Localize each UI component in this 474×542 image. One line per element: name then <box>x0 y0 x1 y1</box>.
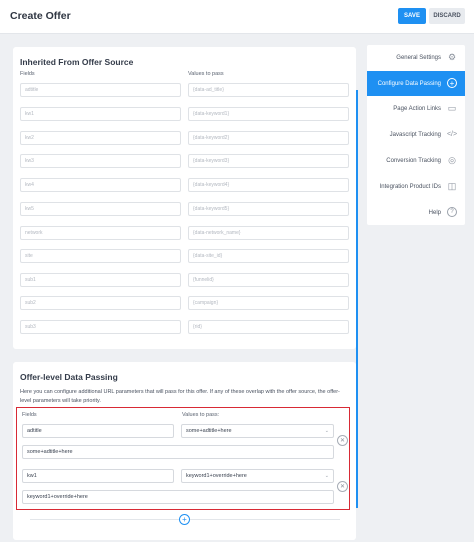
nav-item-label: Page Action Links <box>393 105 441 112</box>
nav-item-page-action-links[interactable]: Page Action Links ▭ <box>367 96 465 121</box>
plus-circle-icon: + <box>447 78 457 88</box>
inherited-field-input[interactable]: sub1 <box>20 273 181 287</box>
fields-label: Fields <box>20 71 35 77</box>
fields-label: Fields <box>22 412 37 418</box>
inherited-field-input[interactable]: network <box>20 226 181 240</box>
page-title: Create Offer <box>10 10 71 22</box>
nav-item-configure-data-passing[interactable]: Configure Data Passing + <box>367 71 465 96</box>
inherited-value-input[interactable]: {data-keyword5} <box>188 202 349 216</box>
inherited-field-input[interactable]: kw3 <box>20 154 181 168</box>
offer-level-title: Offer-level Data Passing <box>20 372 118 382</box>
nav-item-help[interactable]: Help ? <box>367 200 465 225</box>
inherited-value-input[interactable]: {data-network_name} <box>188 226 349 240</box>
inherited-field-input[interactable]: sub2 <box>20 296 181 310</box>
code-icon: </> <box>446 130 458 138</box>
close-icon[interactable]: ✕ <box>337 435 348 446</box>
param-value-select[interactable]: keyword1+override+here ⌄ <box>181 469 334 483</box>
inherited-value-input[interactable]: {data-keyword3} <box>188 154 349 168</box>
inherited-value-input[interactable]: {data-ad_title} <box>188 83 349 97</box>
cube-icon: ◫ <box>447 180 457 191</box>
param-value-select[interactable]: some+adtitle+here ⌄ <box>181 424 334 438</box>
inherited-value-input[interactable]: {data-keyword2} <box>188 131 349 145</box>
close-icon[interactable]: ✕ <box>337 481 348 492</box>
param-value-select-text: keyword1+override+here <box>186 473 247 479</box>
inherited-value-input[interactable]: {campaign} <box>188 296 349 310</box>
inherited-value-input[interactable]: {data-keyword1} <box>188 107 349 121</box>
inherited-value-input[interactable]: {funnelid} <box>188 273 349 287</box>
top-bar: Create Offer SAVE DISCARD <box>0 0 474 34</box>
nav-item-label: Integration Product IDs <box>379 183 441 190</box>
param-custom-value-input[interactable]: some+adtitle+here <box>22 445 334 459</box>
plus-circle-icon[interactable]: + <box>179 514 190 525</box>
inherited-field-input[interactable]: kw2 <box>20 131 181 145</box>
offer-level-description: Here you can configure additional URL pa… <box>20 389 340 404</box>
inherited-field-input[interactable]: site <box>20 249 181 263</box>
nav-item-label: Javascript Tracking <box>389 131 441 138</box>
save-button[interactable]: SAVE <box>398 8 426 24</box>
discard-button[interactable]: DISCARD <box>429 8 465 24</box>
nav-item-label: General Settings <box>396 54 441 61</box>
values-label: Values to pass: <box>182 412 220 418</box>
link-icon: ▭ <box>447 102 457 113</box>
target-icon: ◎ <box>448 154 456 165</box>
inherited-value-input[interactable]: {data-site_id} <box>188 249 349 263</box>
inherited-title: Inherited From Offer Source <box>20 57 134 67</box>
chevron-down-icon: ⌄ <box>324 473 329 479</box>
nav-item-integration-product-ids[interactable]: Integration Product IDs ◫ <box>367 174 465 199</box>
inherited-value-input[interactable]: {rid} <box>188 320 349 334</box>
inherited-field-input[interactable]: kw5 <box>20 202 181 216</box>
nav-item-general-settings[interactable]: General Settings ⚙ <box>367 45 465 70</box>
nav-item-label: Conversion Tracking <box>386 157 441 164</box>
param-custom-value-input[interactable]: keyword1+override+here <box>22 490 334 504</box>
gear-icon: ⚙ <box>447 51 457 62</box>
param-field-input[interactable]: kw1 <box>22 469 174 483</box>
inherited-value-input[interactable]: {data-keyword4} <box>188 178 349 192</box>
values-label: Values to pass <box>188 71 224 77</box>
help-icon: ? <box>447 207 457 217</box>
scrollbar[interactable] <box>356 90 358 508</box>
inherited-field-input[interactable]: sub3 <box>20 320 181 334</box>
nav-item-label: Configure Data Passing <box>377 80 441 87</box>
nav-item-conversion-tracking[interactable]: Conversion Tracking ◎ <box>367 148 465 173</box>
inherited-field-input[interactable]: kw1 <box>20 107 181 121</box>
nav-item-label: Help <box>428 209 441 216</box>
nav-item-javascript-tracking[interactable]: Javascript Tracking </> <box>367 122 465 147</box>
inherited-field-input[interactable]: adtitle <box>20 83 181 97</box>
param-field-input[interactable]: adtitle <box>22 424 174 438</box>
inherited-field-input[interactable]: kw4 <box>20 178 181 192</box>
chevron-down-icon: ⌄ <box>324 428 329 434</box>
param-value-select-text: some+adtitle+here <box>186 428 232 434</box>
settings-nav: General Settings ⚙ Configure Data Passin… <box>367 45 465 225</box>
